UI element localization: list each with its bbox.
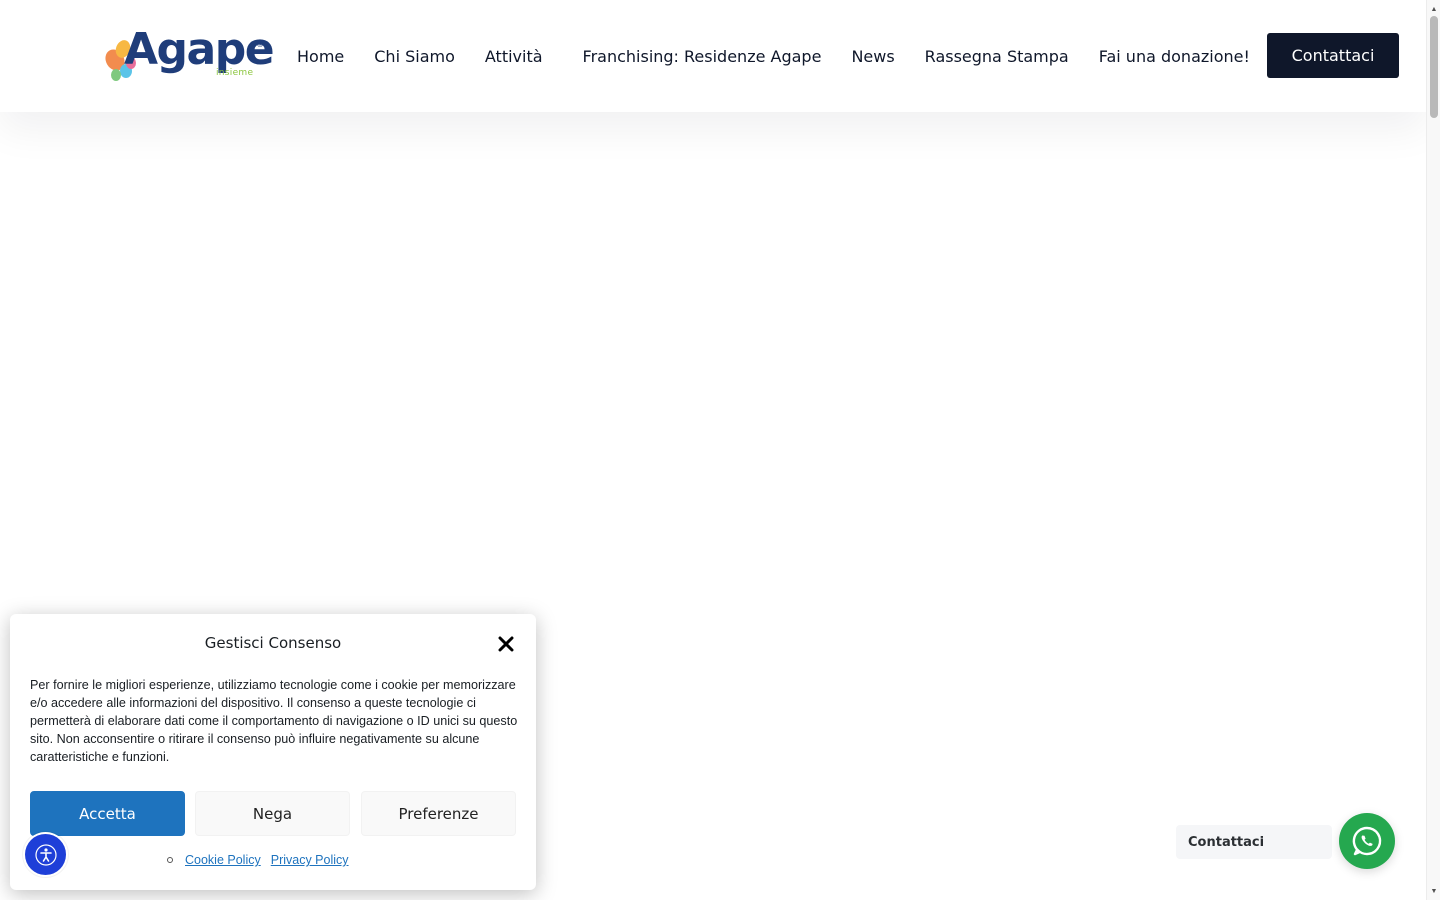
accessibility-icon xyxy=(34,843,57,866)
nav-item-attivita[interactable]: Attività xyxy=(485,44,543,70)
whatsapp-icon xyxy=(1352,826,1382,856)
nav-item-news[interactable]: News xyxy=(851,44,894,70)
scroll-down-arrow-icon[interactable]: ▼ xyxy=(1427,884,1440,898)
logo-registered-mark: ® xyxy=(256,40,264,49)
nav-item-franchising[interactable]: Franchising: Residenze Agape xyxy=(583,44,822,70)
page-scrollbar[interactable]: ▲ ▼ xyxy=(1426,0,1440,900)
scroll-thumb[interactable] xyxy=(1430,16,1438,118)
logo[interactable]: Agape ® insieme xyxy=(102,24,275,84)
main-nav: Home Chi Siamo Attività Franchising: Res… xyxy=(297,44,1280,70)
whatsapp-button[interactable] xyxy=(1339,813,1395,869)
privacy-policy-link[interactable]: Privacy Policy xyxy=(271,853,349,867)
cookie-consent-dialog: Gestisci Consenso Per fornire le miglior… xyxy=(10,614,536,890)
nav-item-donazione[interactable]: Fai una donazione! xyxy=(1099,44,1250,70)
accessibility-button[interactable] xyxy=(23,832,68,877)
consent-title: Gestisci Consenso xyxy=(204,634,342,652)
site-header: Agape ® insieme Home Chi Siamo Attività … xyxy=(0,0,1426,112)
nav-item-rassegna-stampa[interactable]: Rassegna Stampa xyxy=(925,44,1069,70)
nav-item-home[interactable]: Home xyxy=(297,44,344,70)
nav-item-chi-siamo[interactable]: Chi Siamo xyxy=(374,44,455,70)
scroll-up-arrow-icon[interactable]: ▲ xyxy=(1427,2,1440,16)
consent-message: Per fornire le migliori esperienze, util… xyxy=(30,678,518,764)
accept-button[interactable]: Accetta xyxy=(30,791,185,836)
preferences-button[interactable]: Preferenze xyxy=(361,791,516,836)
list-bullet-icon xyxy=(167,857,173,863)
close-icon[interactable] xyxy=(494,632,518,656)
consent-links: Cookie Policy Privacy Policy xyxy=(167,853,359,867)
contact-button[interactable]: Contattaci xyxy=(1267,33,1399,78)
whatsapp-label[interactable]: Contattaci xyxy=(1176,825,1332,859)
deny-button[interactable]: Nega xyxy=(195,791,350,836)
cookie-policy-link[interactable]: Cookie Policy xyxy=(185,853,261,867)
logo-tagline: insieme xyxy=(216,68,254,78)
